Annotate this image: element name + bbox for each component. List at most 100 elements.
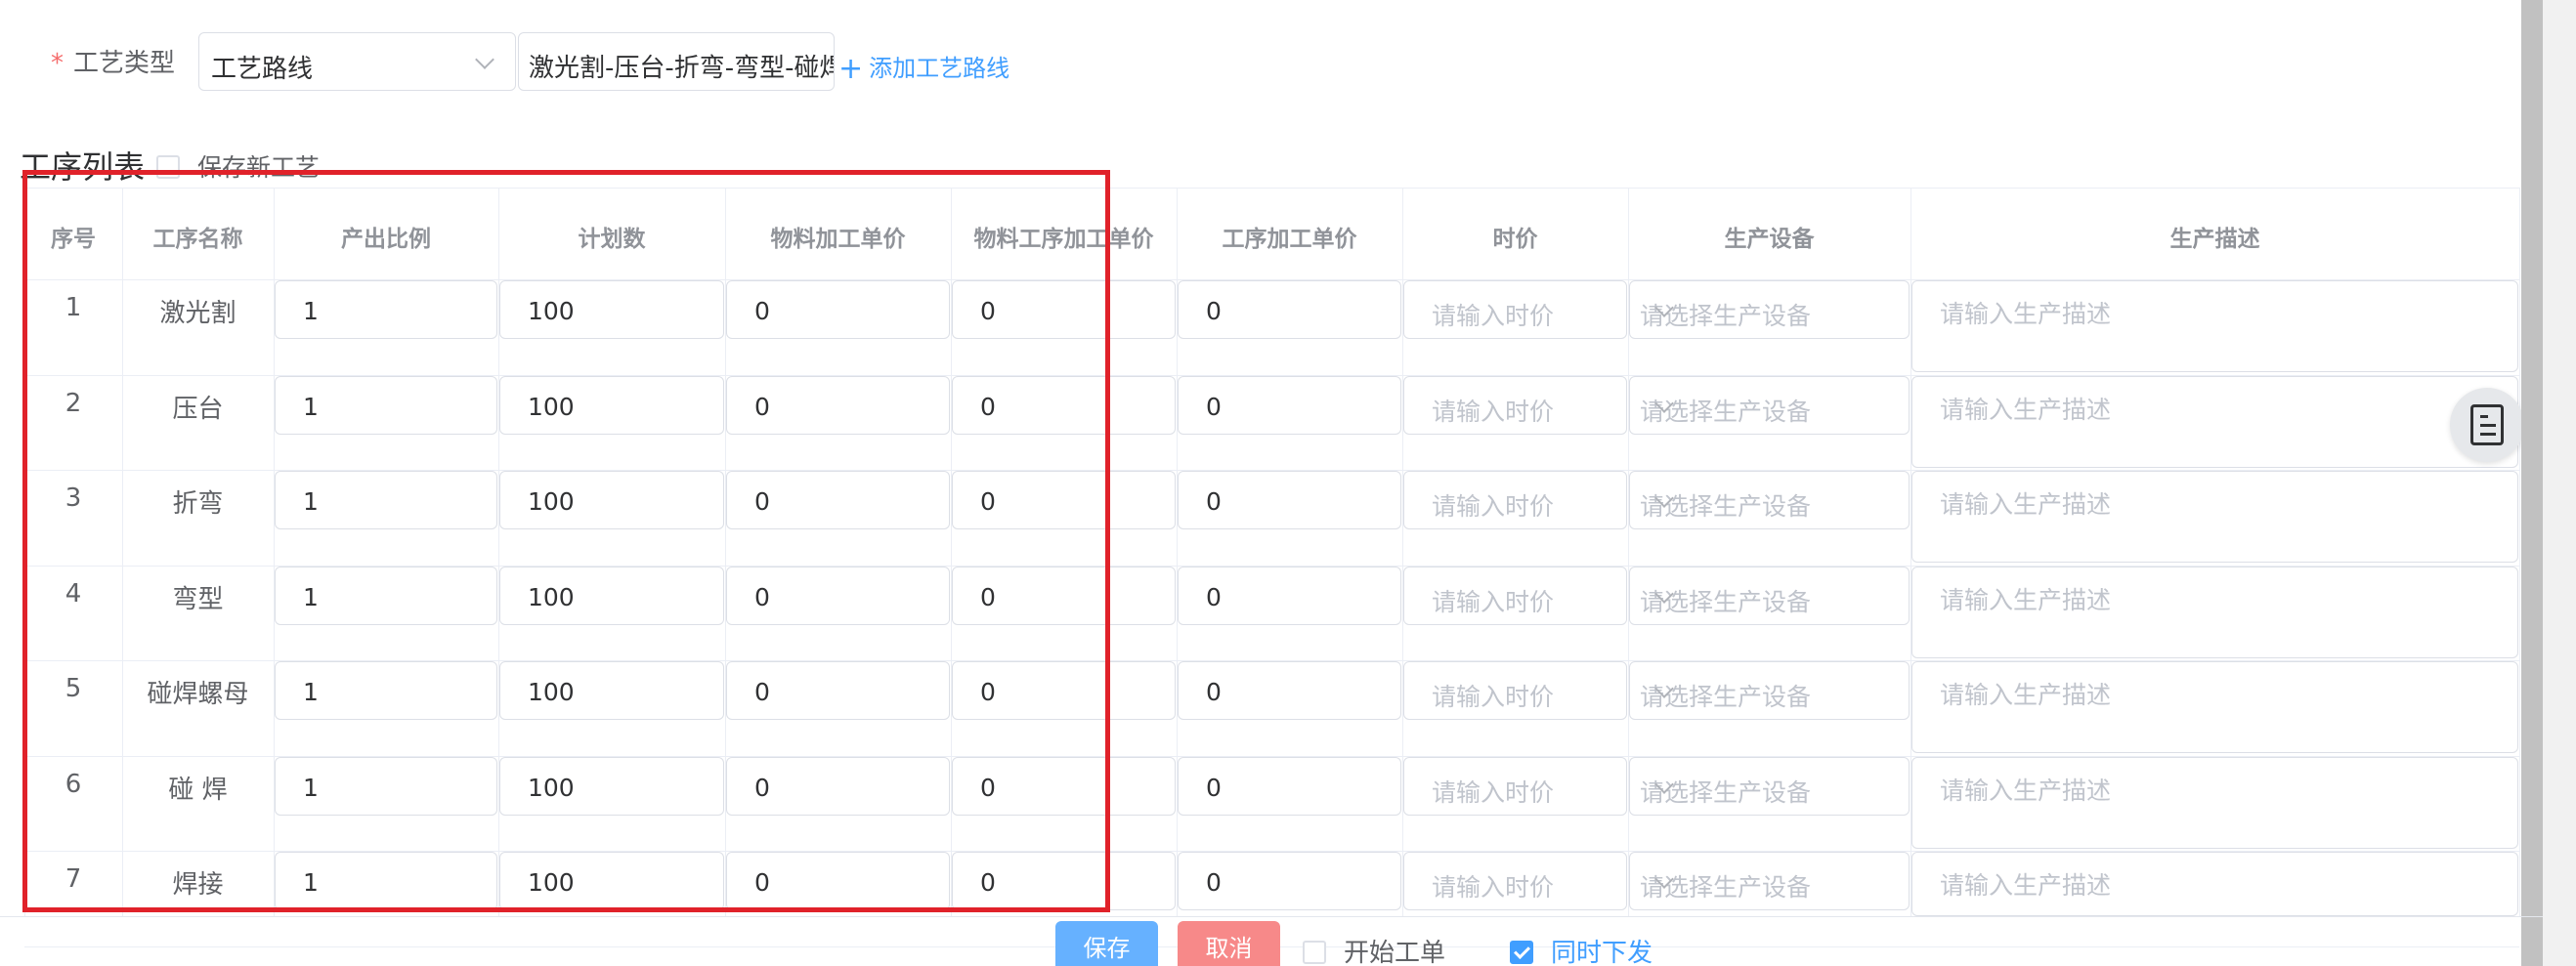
description-textarea[interactable]: 请输入生产描述	[1911, 375, 2518, 468]
column-header: 工序名称	[152, 227, 243, 252]
material-price-input[interactable]: 0	[726, 566, 950, 625]
equipment-select[interactable]: 请选择生产设备	[1629, 852, 1910, 910]
process-price-input[interactable]: 0	[1178, 280, 1401, 339]
material-price-input[interactable]: 0	[726, 280, 950, 339]
description-textarea[interactable]: 请输入生产描述	[1911, 280, 2518, 372]
material-price-input[interactable]: 0	[726, 852, 950, 910]
column-header: 工序加工单价	[1222, 227, 1357, 252]
column-header: 产出比例	[341, 227, 431, 252]
material-price-input[interactable]: 0	[726, 756, 950, 816]
output-ratio-input[interactable]: 1	[275, 566, 497, 625]
output-ratio-input[interactable]: 1	[275, 852, 497, 910]
description-textarea[interactable]: 请输入生产描述	[1911, 566, 2518, 658]
process-price-input[interactable]: 0	[1178, 566, 1401, 625]
column-header: 生产描述	[2169, 227, 2260, 252]
input-value: 100	[528, 297, 575, 325]
hourly-price-input[interactable]: 请输入时价	[1403, 375, 1627, 435]
description-placeholder: 请输入生产描述	[1940, 490, 2112, 519]
input-value: 0	[980, 773, 996, 802]
section-title: 工序列表	[20, 148, 146, 186]
checkbox-icon	[1303, 941, 1326, 964]
row-seq: 4	[64, 578, 82, 609]
hourly-price-input[interactable]: 请输入时价	[1403, 280, 1627, 339]
equipment-select[interactable]: 请选择生产设备	[1629, 471, 1910, 529]
description-textarea[interactable]: 请输入生产描述	[1911, 852, 2518, 916]
row-seq: 7	[64, 864, 82, 894]
process-price-input[interactable]: 0	[1178, 471, 1401, 529]
output-ratio-input[interactable]: 1	[275, 661, 497, 720]
material-process-price-input[interactable]: 0	[952, 661, 1176, 720]
material-process-price-input[interactable]: 0	[952, 756, 1176, 816]
material-process-price-input[interactable]: 0	[952, 471, 1176, 529]
description-textarea[interactable]: 请输入生产描述	[1911, 471, 2518, 563]
start-order-checkbox[interactable]: 开始工单	[1303, 933, 1445, 966]
row-process-name: 碰焊螺母	[147, 680, 249, 709]
material-process-price-input[interactable]: 0	[952, 852, 1176, 910]
hourly-price-placeholder: 请输入时价	[1432, 683, 1555, 711]
description-textarea[interactable]: 请输入生产描述	[1911, 756, 2518, 849]
equipment-select[interactable]: 请选择生产设备	[1629, 566, 1910, 625]
description-textarea[interactable]: 请输入生产描述	[1911, 661, 2518, 753]
save-button[interactable]: 保存	[1055, 921, 1158, 966]
equipment-select[interactable]: 请选择生产设备	[1629, 375, 1910, 435]
plan-qty-input[interactable]: 100	[499, 756, 724, 816]
issue-together-checkbox[interactable]: 同时下发	[1510, 933, 1653, 966]
plan-qty-input[interactable]: 100	[499, 661, 724, 720]
material-price-input[interactable]: 0	[726, 375, 950, 435]
row-process-name: 焊接	[172, 870, 224, 900]
output-ratio-input[interactable]: 1	[275, 756, 497, 816]
equipment-select[interactable]: 请选择生产设备	[1629, 756, 1910, 816]
output-ratio-input[interactable]: 1	[275, 471, 497, 529]
plus-icon: +	[838, 52, 864, 86]
input-value: 0	[754, 487, 770, 516]
input-value: 1	[303, 868, 319, 897]
save-new-process-checkbox[interactable]: 保存新工艺	[156, 148, 320, 184]
hourly-price-input[interactable]: 请输入时价	[1403, 661, 1627, 720]
material-process-price-input[interactable]: 0	[952, 375, 1176, 435]
hourly-price-input[interactable]: 请输入时价	[1403, 852, 1627, 910]
plan-qty-input[interactable]: 100	[499, 280, 724, 339]
column-header: 物料工序加工单价	[973, 227, 1154, 252]
process-route-value: 激光割-压台-折弯-弯型-碰焊螺母-碰 焊-焊接	[529, 54, 834, 83]
input-value: 1	[303, 297, 319, 325]
process-route-input[interactable]: 激光割-压台-折弯-弯型-碰焊螺母-碰 焊-焊接	[518, 32, 835, 91]
equipment-select[interactable]: 请选择生产设备	[1629, 280, 1910, 339]
input-value: 0	[1206, 297, 1222, 325]
hourly-price-input[interactable]: 请输入时价	[1403, 756, 1627, 816]
process-price-input[interactable]: 0	[1178, 375, 1401, 435]
plan-qty-input[interactable]: 100	[499, 566, 724, 625]
output-ratio-input[interactable]: 1	[275, 375, 497, 435]
material-price-input[interactable]: 0	[726, 471, 950, 529]
input-value: 100	[528, 678, 575, 706]
row-process-name: 碰 焊	[168, 775, 228, 805]
process-price-input[interactable]: 0	[1178, 756, 1401, 816]
row-process-name: 激光割	[159, 299, 236, 328]
input-value: 0	[980, 678, 996, 706]
row-seq: 6	[64, 769, 82, 799]
input-value: 100	[528, 582, 575, 611]
process-type-select-value: 工艺路线	[211, 55, 314, 84]
output-ratio-input[interactable]: 1	[275, 280, 497, 339]
cancel-button[interactable]: 取消	[1178, 921, 1280, 966]
material-process-price-input[interactable]: 0	[952, 566, 1176, 625]
hourly-price-input[interactable]: 请输入时价	[1403, 471, 1627, 529]
input-value: 0	[754, 678, 770, 706]
material-process-price-input[interactable]: 0	[952, 280, 1176, 339]
plan-qty-input[interactable]: 100	[499, 471, 724, 529]
add-route-label: 添加工艺路线	[869, 55, 1010, 82]
process-price-input[interactable]: 0	[1178, 852, 1401, 910]
input-value: 0	[980, 392, 996, 421]
input-value: 0	[980, 487, 996, 516]
floating-doc-button[interactable]	[2450, 388, 2524, 462]
material-price-input[interactable]: 0	[726, 661, 950, 720]
scrollbar-track[interactable]	[2543, 0, 2576, 966]
plan-qty-input[interactable]: 100	[499, 852, 724, 910]
process-price-input[interactable]: 0	[1178, 661, 1401, 720]
scrollbar-thumb[interactable]	[2521, 0, 2543, 966]
plan-qty-input[interactable]: 100	[499, 375, 724, 435]
hourly-price-input[interactable]: 请输入时价	[1403, 566, 1627, 625]
add-route-button[interactable]: + 添加工艺路线	[838, 49, 1009, 86]
row-process-name: 弯型	[172, 584, 224, 614]
equipment-select[interactable]: 请选择生产设备	[1629, 661, 1910, 720]
process-type-select[interactable]: 工艺路线	[198, 32, 516, 91]
